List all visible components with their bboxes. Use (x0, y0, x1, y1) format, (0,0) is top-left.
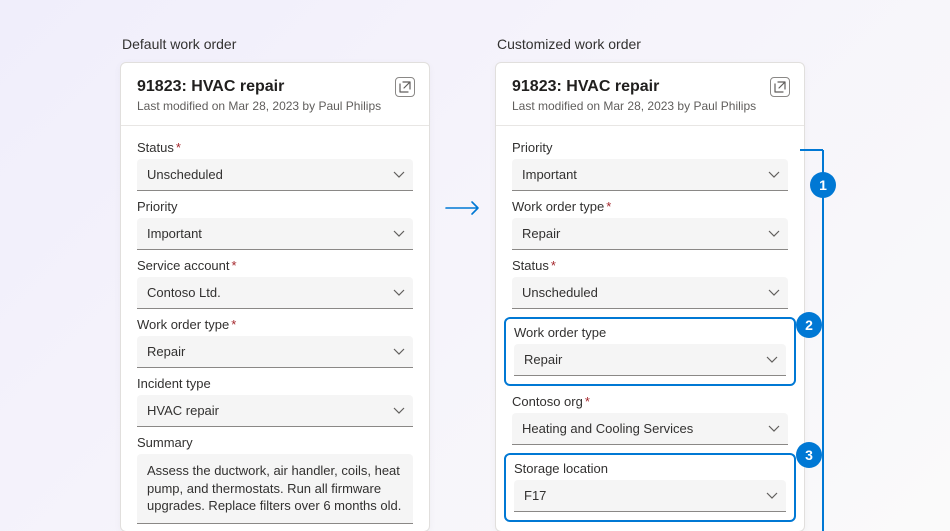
required-indicator: * (585, 394, 590, 409)
storage-location-select[interactable]: F17 (514, 480, 786, 512)
callout-badge-1: 1 (810, 172, 836, 198)
customized-work-order-card: 91823: HVAC repair Last modified on Mar … (495, 62, 805, 531)
priority-select[interactable]: Important (137, 218, 413, 250)
open-in-new-icon[interactable] (770, 77, 790, 97)
card-title: 91823: HVAC repair (137, 77, 413, 97)
field-label: Summary (137, 435, 413, 450)
required-indicator: * (551, 258, 556, 273)
work-order-type-select[interactable]: Repair (512, 218, 788, 250)
status-select[interactable]: Unscheduled (137, 159, 413, 191)
field-label: Incident type (137, 376, 413, 391)
incident-type-select[interactable]: HVAC repair (137, 395, 413, 427)
field-label: Work order type (514, 325, 786, 340)
required-indicator: * (231, 317, 236, 332)
highlighted-field-storage-location: Storage location F17 (504, 453, 796, 522)
status-select[interactable]: Unscheduled (512, 277, 788, 309)
card-subtitle: Last modified on Mar 28, 2023 by Paul Ph… (137, 99, 413, 113)
field-label: Work order type* (137, 317, 413, 332)
field-label: Priority (512, 140, 788, 155)
highlighted-field-work-order-type: Work order type Repair (504, 317, 796, 386)
right-column-label: Customized work order (497, 36, 641, 52)
arrow-right-icon (444, 200, 484, 221)
field-label: Contoso org* (512, 394, 788, 409)
field-label: Work order type* (512, 199, 788, 214)
callout-badge-2: 2 (796, 312, 822, 338)
card-header: 91823: HVAC repair Last modified on Mar … (496, 63, 804, 126)
contoso-org-select[interactable]: Heating and Cooling Services (512, 413, 788, 445)
field-label: Status* (512, 258, 788, 273)
work-order-type-select[interactable]: Repair (137, 336, 413, 368)
service-account-select[interactable]: Contoso Ltd. (137, 277, 413, 309)
card-subtitle: Last modified on Mar 28, 2023 by Paul Ph… (512, 99, 788, 113)
field-label: Storage location (514, 461, 786, 476)
callout-badge-3: 3 (796, 442, 822, 468)
left-column-label: Default work order (122, 36, 236, 52)
required-indicator: * (232, 258, 237, 273)
card-title: 91823: HVAC repair (512, 77, 788, 97)
default-work-order-card: 91823: HVAC repair Last modified on Mar … (120, 62, 430, 531)
card-header: 91823: HVAC repair Last modified on Mar … (121, 63, 429, 126)
required-indicator: * (176, 140, 181, 155)
field-label: Service account* (137, 258, 413, 273)
field-label: Status* (137, 140, 413, 155)
field-label: Priority (137, 199, 413, 214)
priority-select[interactable]: Important (512, 159, 788, 191)
summary-textarea[interactable]: Assess the ductwork, air handler, coils,… (137, 454, 413, 524)
required-indicator: * (606, 199, 611, 214)
open-in-new-icon[interactable] (395, 77, 415, 97)
work-order-type-select[interactable]: Repair (514, 344, 786, 376)
